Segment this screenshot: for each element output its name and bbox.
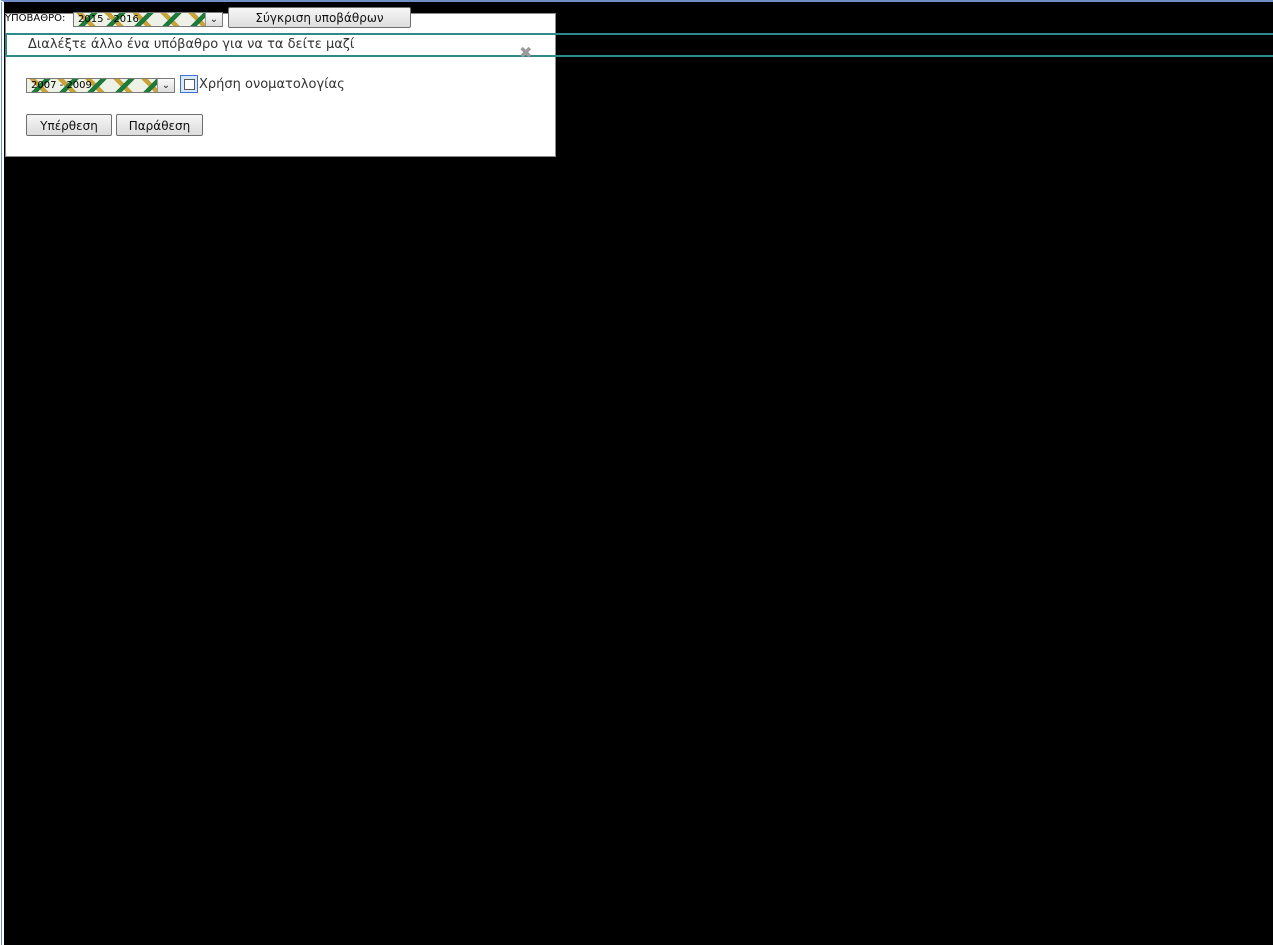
second-basemap-select-value: 2007 - 2009 xyxy=(31,80,92,91)
second-basemap-select[interactable]: 2007 - 2009 ⌄ xyxy=(26,78,175,93)
basemap-select-value: 2015 - 2016 xyxy=(78,14,139,25)
compare-panel-header: Διαλέξτε άλλο ένα υπόβαθρο για να τα δεί… xyxy=(5,33,1273,57)
basemap-label: ΥΠΟΒΑΘΡΟ: xyxy=(5,13,66,24)
basemap-select[interactable]: 2015 - 2016 ⌄ xyxy=(73,12,223,27)
compare-basemaps-button[interactable]: Σύγκριση υποβάθρων xyxy=(228,7,411,28)
naming-checkbox-label: Χρήση ονοματολογίας xyxy=(199,77,345,92)
chevron-down-icon[interactable]: ⌄ xyxy=(157,79,174,92)
compare-panel-title: Διαλέξτε άλλο ένα υπόβαθρο για να τα δεί… xyxy=(28,37,355,52)
chevron-down-icon[interactable]: ⌄ xyxy=(205,13,222,26)
side-by-side-button[interactable]: Παράθεση xyxy=(116,114,203,136)
naming-checkbox[interactable] xyxy=(180,75,198,93)
overlay-button[interactable]: Υπέρθεση xyxy=(26,114,112,136)
close-icon[interactable]: ✖ xyxy=(519,44,532,62)
